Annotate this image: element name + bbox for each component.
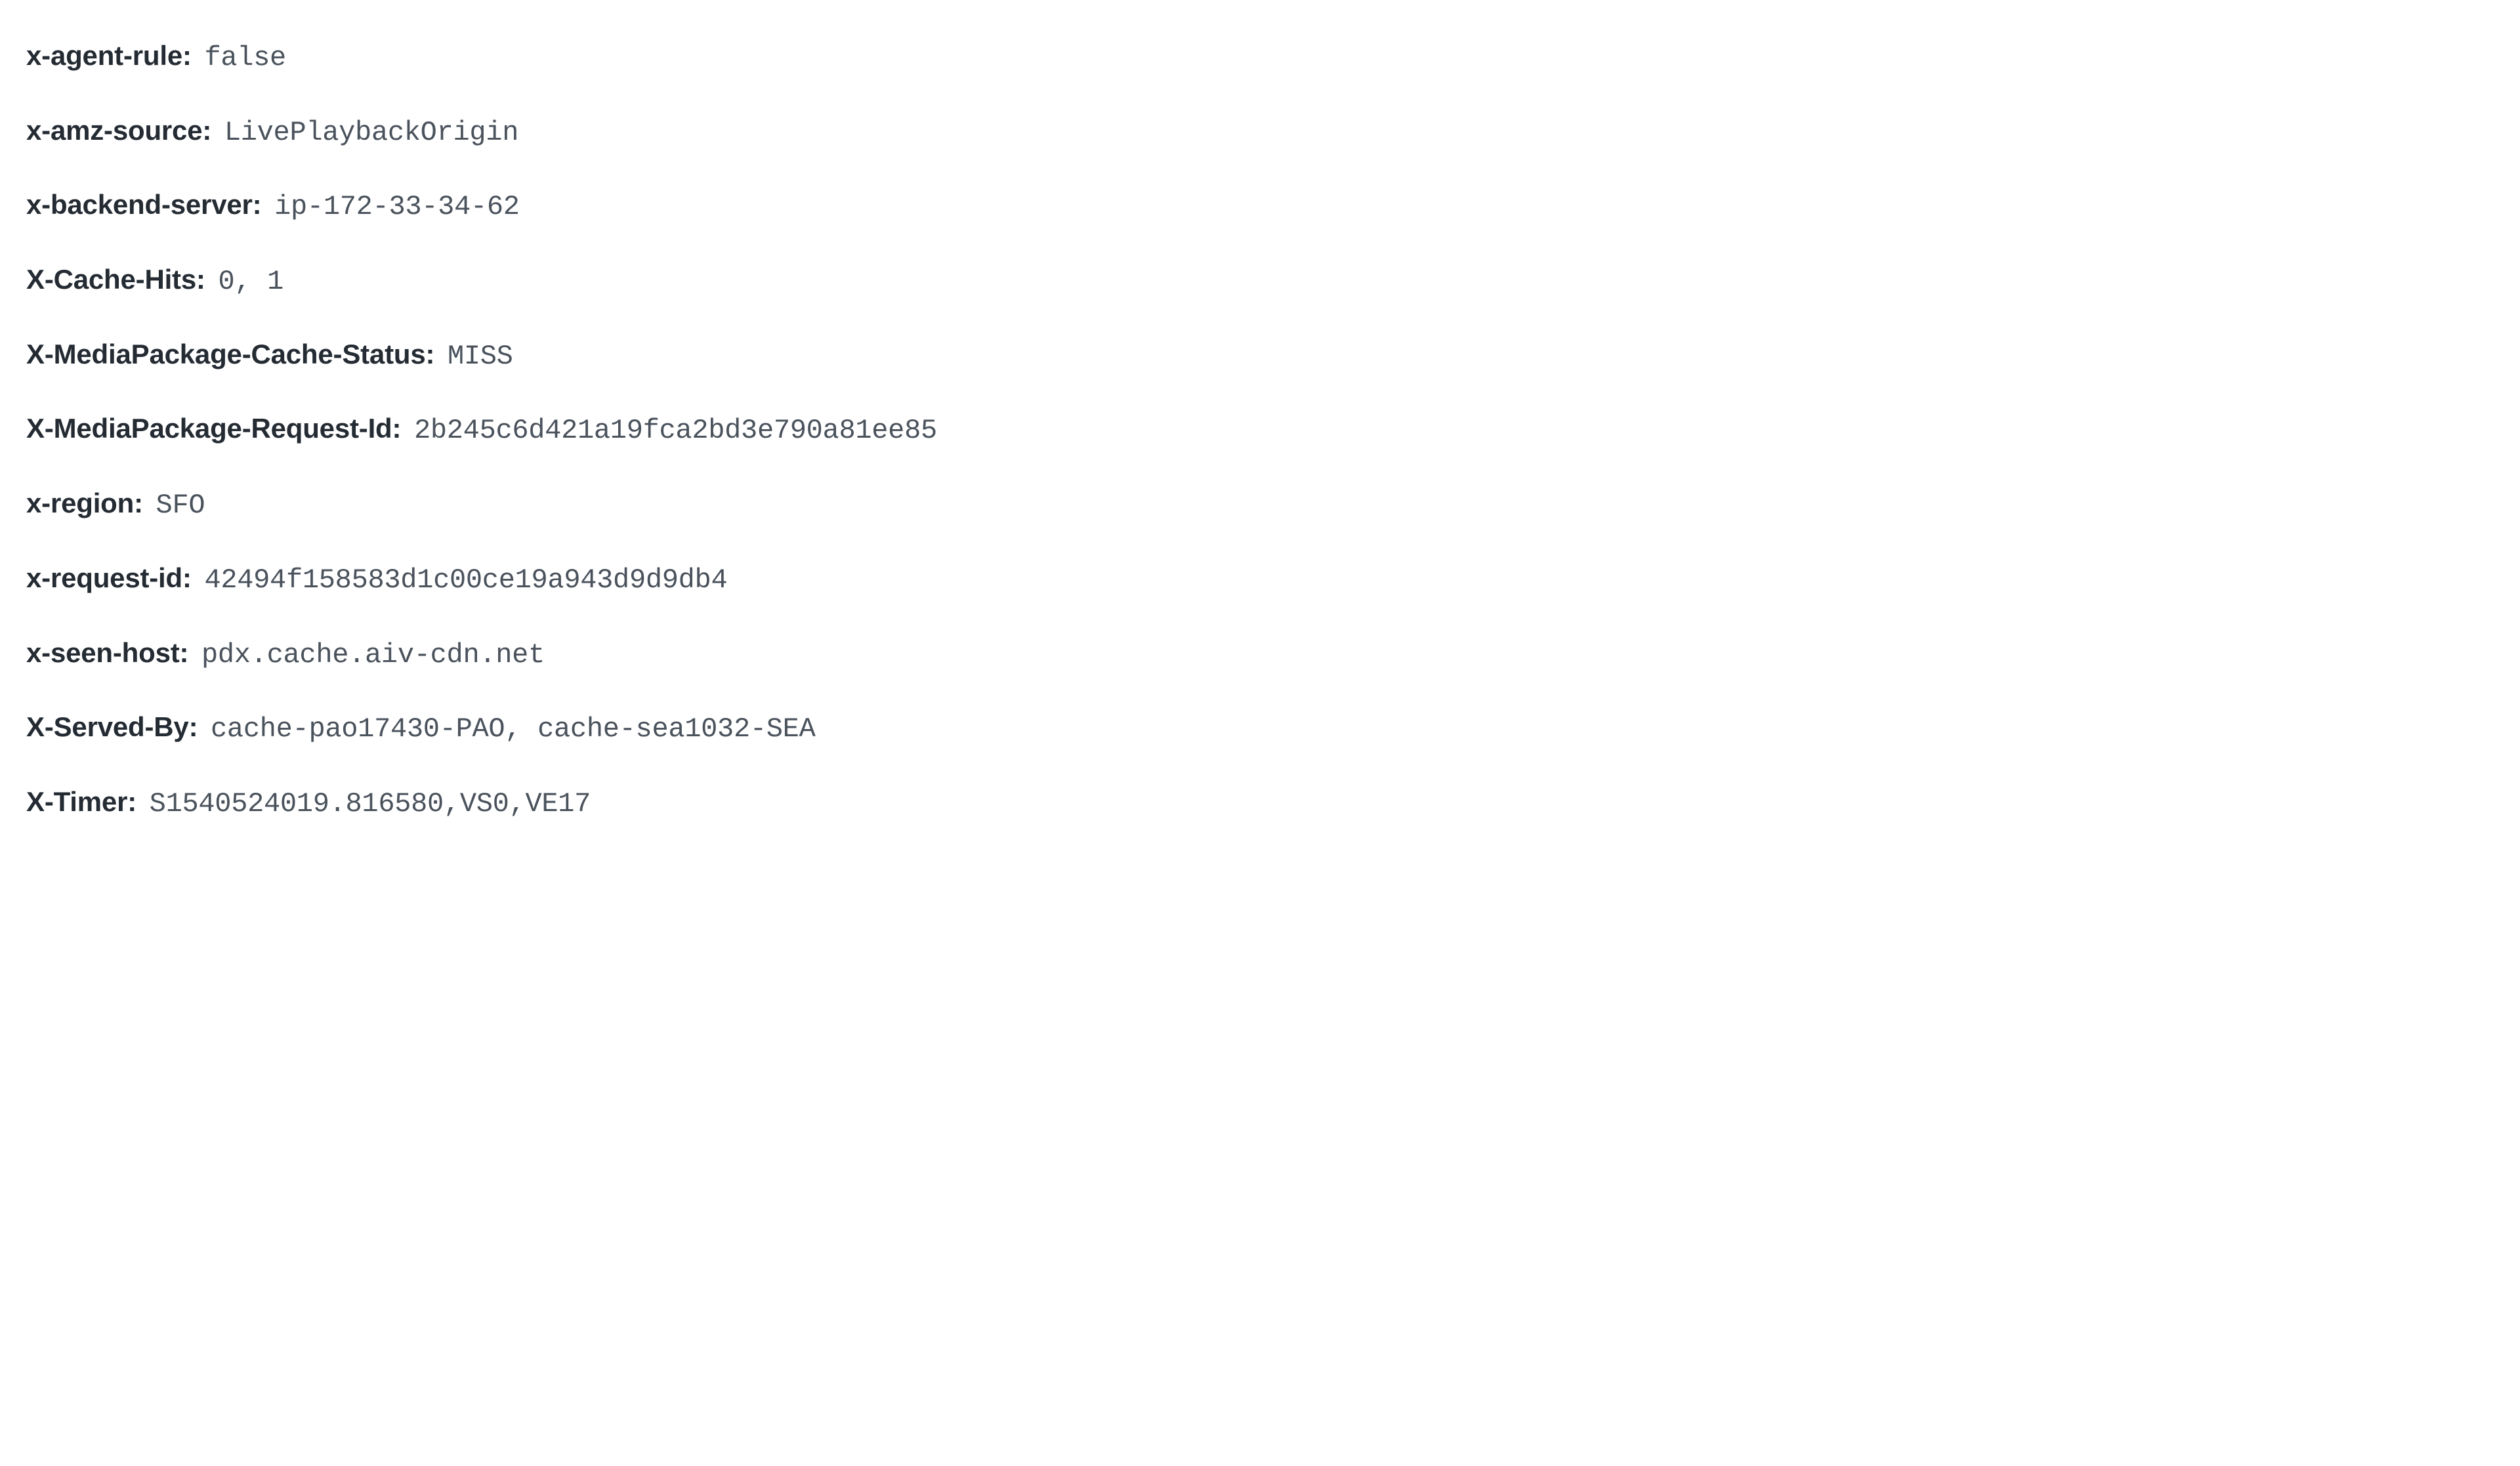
header-row: X-MediaPackage-Cache-Status: MISS	[26, 318, 2494, 393]
header-row: x-seen-host: pdx.cache.aiv-cdn.net	[26, 617, 2494, 692]
header-name: x-seen-host:	[26, 637, 188, 668]
header-name: X-Served-By:	[26, 711, 198, 742]
header-value: MISS	[448, 341, 513, 372]
header-row: x-amz-source: LivePlaybackOrigin	[26, 94, 2494, 169]
header-row: X-MediaPackage-Request-Id: 2b245c6d421a1…	[26, 392, 2494, 467]
header-value: S1540524019.816580,VS0,VE17	[150, 788, 591, 820]
header-value: ip-172-33-34-62	[274, 191, 520, 222]
header-value: cache-pao17430-PAO, cache-sea1032-SEA	[211, 713, 815, 745]
header-value: LivePlaybackOrigin	[224, 117, 518, 148]
http-headers-list: x-agent-rule: false x-amz-source: LivePl…	[26, 20, 2494, 841]
header-row: x-request-id: 42494f158583d1c00ce19a943d…	[26, 542, 2494, 617]
header-name: x-region:	[26, 488, 143, 518]
header-name: x-backend-server:	[26, 189, 261, 220]
header-value: 42494f158583d1c00ce19a943d9d9db4	[204, 564, 727, 596]
header-row: x-backend-server: ip-172-33-34-62	[26, 169, 2494, 243]
header-name: X-MediaPackage-Request-Id:	[26, 413, 401, 444]
header-row: x-region: SFO	[26, 467, 2494, 542]
header-value: 2b245c6d421a19fca2bd3e790a81ee85	[414, 415, 937, 446]
header-name: X-Cache-Hits:	[26, 264, 205, 295]
header-row: X-Served-By: cache-pao17430-PAO, cache-s…	[26, 691, 2494, 766]
header-name: x-request-id:	[26, 562, 192, 593]
header-value: pdx.cache.aiv-cdn.net	[201, 639, 545, 671]
header-name: X-MediaPackage-Cache-Status:	[26, 339, 434, 369]
header-row: x-agent-rule: false	[26, 20, 2494, 94]
header-value: false	[204, 42, 286, 73]
header-name: X-Timer:	[26, 786, 136, 817]
header-row: X-Cache-Hits: 0, 1	[26, 243, 2494, 318]
header-name: x-agent-rule:	[26, 40, 192, 71]
header-row: X-Timer: S1540524019.816580,VS0,VE17	[26, 766, 2494, 841]
header-value: SFO	[156, 490, 205, 521]
header-name: x-amz-source:	[26, 115, 211, 146]
header-value: 0, 1	[218, 266, 284, 297]
